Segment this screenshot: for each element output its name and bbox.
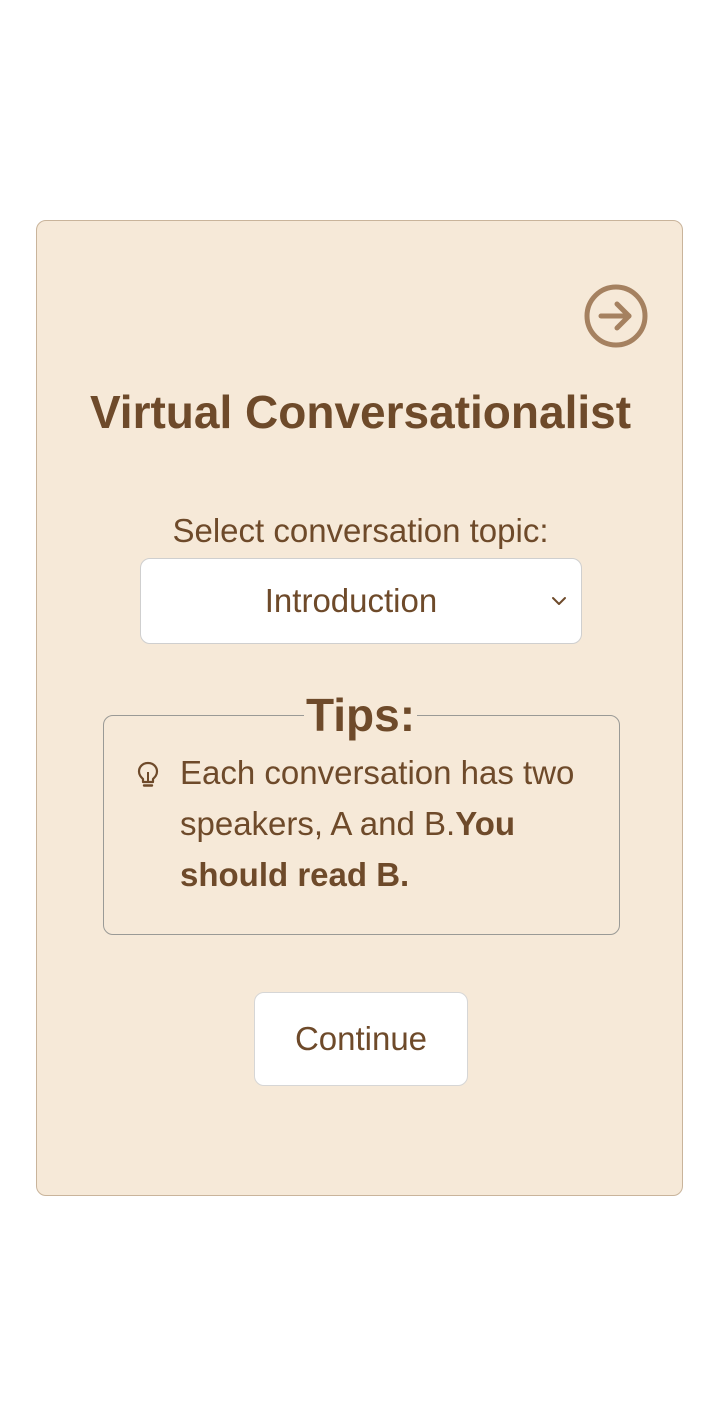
topic-select[interactable]: Introduction [140, 558, 582, 644]
arrow-right-circle-icon [584, 284, 648, 348]
lightbulb-icon [137, 761, 159, 787]
topic-label: Select conversation topic: [172, 512, 549, 549]
setup-card: Virtual Conversationalist Select convers… [36, 220, 683, 1196]
page-title: Virtual Conversationalist [89, 386, 632, 438]
tip-text: Each conversation has two speakers, A an… [180, 747, 580, 900]
tip-text-body: Each conversation has two speakers, A an… [180, 754, 575, 842]
continue-button[interactable]: Continue [254, 992, 468, 1086]
forward-button[interactable] [583, 283, 649, 349]
chevron-down-icon [552, 597, 566, 605]
topic-select-value: Introduction [264, 582, 438, 619]
